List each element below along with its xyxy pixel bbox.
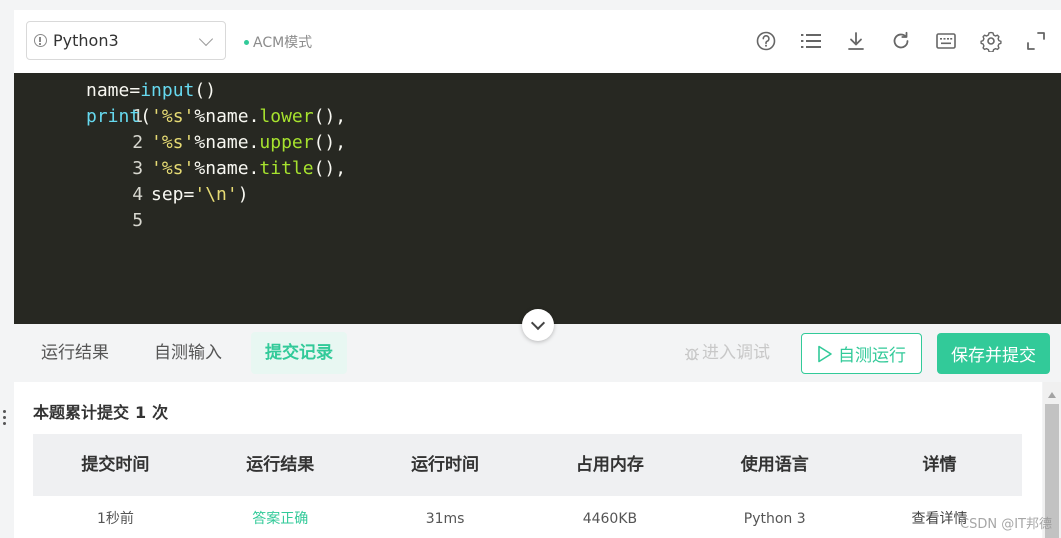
debug-button[interactable]: 进入调试 — [684, 332, 770, 374]
status-dot — [244, 39, 249, 45]
code-text: name=input() — [86, 80, 217, 101]
help-icon[interactable] — [755, 30, 777, 52]
column-header: 提交时间 — [81, 455, 150, 475]
code-editor[interactable]: 1 name=input() 2 print('%s'%name.lower()… — [14, 73, 1061, 324]
column-header: 详情 — [922, 455, 957, 475]
bug-icon — [685, 347, 699, 361]
language-label: Python3 — [53, 31, 119, 50]
save-submit-button[interactable]: 保存并提交 — [937, 333, 1050, 374]
code-line: 3 '%s'%name.upper(), — [14, 130, 346, 179]
code-text: sep='\n') — [151, 184, 249, 205]
column-header: 占用内存 — [575, 455, 644, 475]
code-line: 2 print('%s'%name.lower(), — [14, 104, 346, 153]
memory-cell: 4460KB — [582, 511, 638, 527]
drag-handle[interactable] — [2, 410, 8, 430]
submission-records-panel: 本题累计提交 1 次 提交时间 运行结果 运行时间 占用内存 使用语言 详情 1秒前… — [14, 382, 1042, 538]
table-row: 1秒前 答案正确 31ms 4460KB Python 3 查看详情 — [33, 496, 1022, 538]
submit-time-cell: 1秒前 — [96, 511, 134, 527]
editor-toolbar: Python3 ACM模式 — [14, 10, 1061, 73]
tab-run-result[interactable]: 运行结果 — [27, 332, 123, 374]
code-text: print('%s'%name.lower(), — [86, 106, 347, 127]
code-line: 4 '%s'%name.title(), — [14, 156, 346, 205]
download-icon[interactable] — [845, 30, 867, 52]
code-line: 1 name=input() — [14, 78, 216, 127]
settings-icon[interactable] — [980, 30, 1002, 52]
keyboard-icon[interactable] — [935, 30, 957, 52]
run-button[interactable]: 自测运行 — [801, 333, 922, 374]
language-select[interactable]: Python3 — [26, 21, 226, 60]
line-number: 5 — [132, 210, 144, 231]
run-label: 自测运行 — [838, 346, 906, 366]
refresh-icon[interactable] — [890, 30, 912, 52]
code-text: '%s'%name.title(), — [151, 158, 347, 179]
chevron-down-icon — [198, 31, 214, 47]
collapse-editor-button[interactable] — [522, 309, 554, 341]
debug-label: 进入调试 — [702, 343, 770, 363]
column-header: 运行时间 — [411, 455, 480, 475]
language-cell: Python 3 — [743, 511, 806, 527]
result-cell: 答案正确 — [252, 511, 309, 527]
column-header: 使用语言 — [740, 455, 809, 475]
submission-summary: 本题累计提交 1 次 — [33, 403, 169, 422]
tab-custom-input[interactable]: 自测输入 — [140, 332, 236, 374]
info-icon — [34, 34, 47, 47]
code-line: 5 sep='\n') — [14, 182, 248, 231]
play-icon — [818, 345, 832, 362]
mode-label: ACM模式 — [253, 35, 313, 51]
scroll-up-arrow[interactable] — [1048, 392, 1056, 398]
column-header: 运行结果 — [246, 455, 315, 475]
code-text: '%s'%name.upper(), — [151, 132, 347, 153]
watermark: CSDN @IT邦德 — [960, 517, 1052, 532]
fullscreen-icon[interactable] — [1025, 30, 1047, 52]
runtime-cell: 31ms — [425, 511, 465, 527]
records-table-header: 提交时间 运行结果 运行时间 占用内存 使用语言 详情 — [33, 434, 1022, 496]
list-icon[interactable] — [800, 30, 822, 52]
mode-indicator: ACM模式 — [244, 32, 312, 52]
code-editor-page: Python3 ACM模式 1 name=input() 2 print('%s… — [0, 0, 1061, 538]
tab-submission-records[interactable]: 提交记录 — [251, 332, 347, 374]
